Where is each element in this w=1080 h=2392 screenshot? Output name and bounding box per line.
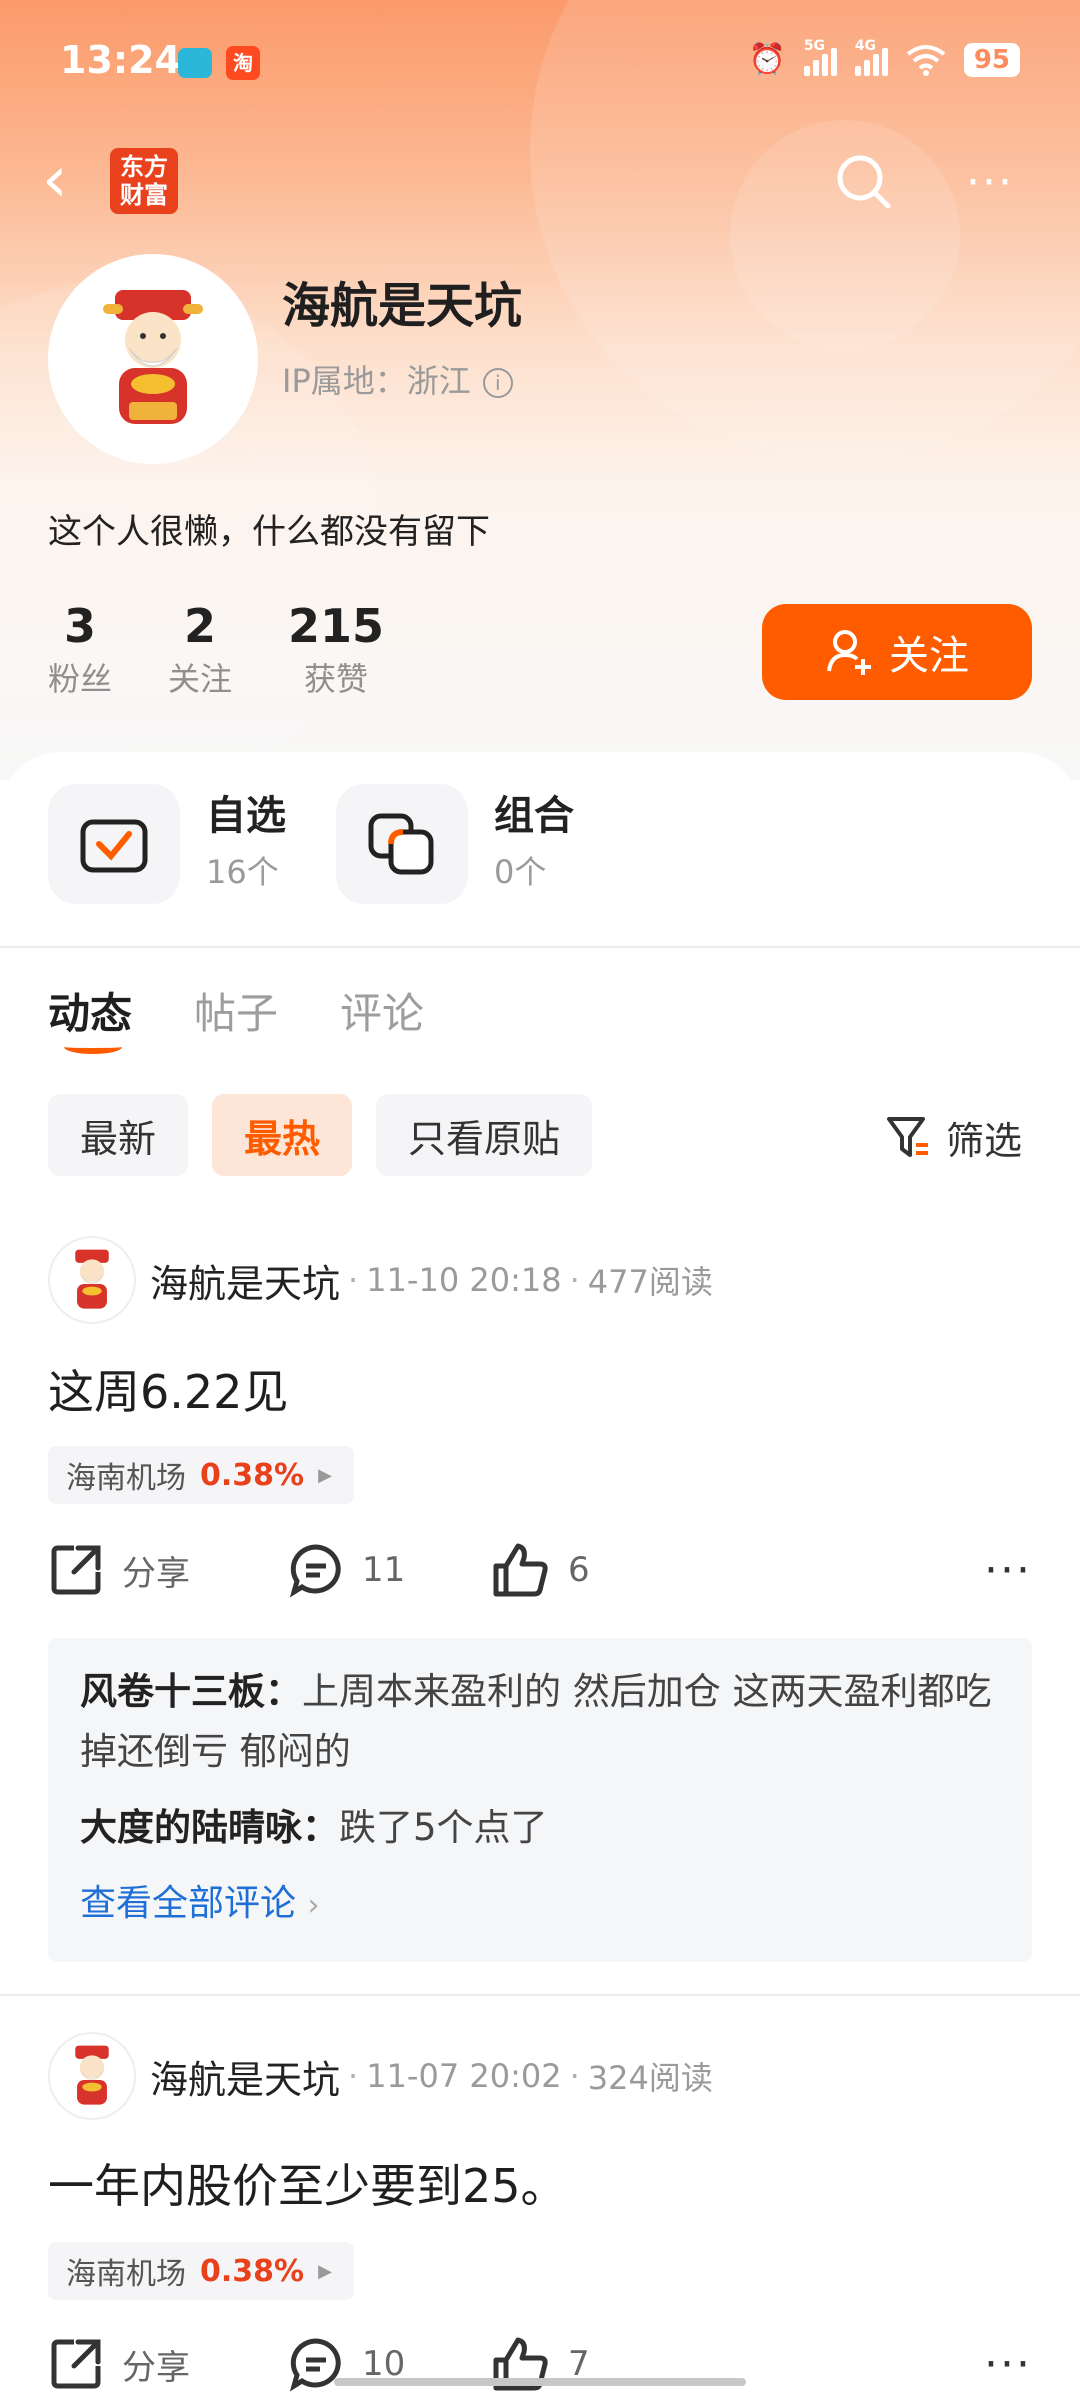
share-icon xyxy=(51,1545,101,1595)
tab-comments[interactable]: 评论 xyxy=(340,980,424,1041)
comment-item: 风卷十三板：上周本来盈利的 然后加仓 这两天盈利都吃掉还倒亏 郁闷的 xyxy=(80,1670,992,1773)
status-time: 13:24 xyxy=(60,38,181,82)
info-icon[interactable]: i xyxy=(482,368,513,398)
comment-item: 大度的陆晴咏：跌了5个点了 xyxy=(80,1806,548,1849)
thumbs-up-icon xyxy=(493,1543,548,1597)
profile-stats: 3 粉丝 2 关注 215 获赞 xyxy=(48,596,440,702)
play-arrow-icon: ▶ xyxy=(318,1464,332,1486)
signal-5g-icon: 5G xyxy=(803,38,837,76)
section-divider xyxy=(0,946,1080,948)
filter-hottest[interactable]: 最热 xyxy=(212,1094,353,1176)
taobao-notification-icon: 淘 xyxy=(226,46,260,80)
post-read-count: 324阅读 xyxy=(587,2059,713,2097)
stat-fans[interactable]: 3 粉丝 xyxy=(48,596,112,702)
post-more-icon[interactable]: ··· xyxy=(984,2339,1032,2390)
signal-4g-icon: 4G xyxy=(854,38,888,76)
ip-location: IP属地：浙江 i xyxy=(282,356,513,402)
filter-button[interactable]: 筛选 xyxy=(886,1110,1022,1165)
view-all-comments-link[interactable]: 查看全部评论 › xyxy=(80,1874,1002,1936)
more-options-icon[interactable]: ··· xyxy=(966,161,1014,205)
sort-filters: 最新 最热 只看原贴 xyxy=(48,1094,593,1176)
share-icon xyxy=(51,2339,101,2389)
battery-indicator: 95 xyxy=(963,42,1020,77)
filter-original-only[interactable]: 只看原贴 xyxy=(376,1094,593,1176)
stat-likes: 215 获赞 xyxy=(288,599,385,698)
funnel-icon xyxy=(887,1116,928,1157)
share-button[interactable]: 分享 xyxy=(48,2336,288,2392)
post-header: 海航是天坑 · 11-07 20:02 · 324阅读 xyxy=(48,2032,713,2120)
play-arrow-icon: ▶ xyxy=(318,2260,332,2282)
post-author-name[interactable]: 海航是天坑 xyxy=(150,1253,340,1308)
comment-preview[interactable]: 风卷十三板：上周本来盈利的 然后加仓 这两天盈利都吃掉还倒亏 郁闷的 大度的陆晴… xyxy=(48,1638,1032,1962)
god-of-wealth-avatar-icon xyxy=(103,290,203,424)
post-content[interactable]: 一年内股价至少要到25。 xyxy=(48,2150,567,2216)
checkbox-icon xyxy=(80,819,148,873)
app-logo[interactable]: 东方 财富 xyxy=(110,148,178,214)
chevron-right-icon: › xyxy=(307,1888,320,1923)
follow-button[interactable]: 关注 xyxy=(762,604,1032,700)
home-indicator[interactable] xyxy=(334,2378,746,2386)
portfolio-icon xyxy=(368,813,434,875)
avatar[interactable] xyxy=(48,254,258,464)
app-notification-icon xyxy=(178,48,212,78)
search-icon[interactable] xyxy=(832,150,896,214)
active-tab-indicator xyxy=(64,1040,122,1054)
post-actions: 分享 11 6 ··· xyxy=(48,1542,1032,1598)
user-name: 海航是天坑 xyxy=(282,278,523,334)
post-author-avatar[interactable] xyxy=(48,1236,136,1324)
post-author-name[interactable]: 海航是天坑 xyxy=(150,2049,340,2104)
status-bar: 13:24 淘 ⏰ 5G 4G 95 xyxy=(0,0,1080,130)
post-time: 11-10 20:18 xyxy=(366,1261,562,1299)
stock-tag[interactable]: 海南机场 0.38% ▶ xyxy=(48,1446,354,1504)
stat-following[interactable]: 2 关注 xyxy=(168,596,232,702)
post-divider xyxy=(0,1994,1080,1996)
post-read-count: 477阅读 xyxy=(587,1263,713,1301)
portfolio-card[interactable]: 组合 0个 xyxy=(336,784,574,904)
post-header: 海航是天坑 · 11-10 20:18 · 477阅读 xyxy=(48,1236,713,1324)
tab-bar: 动态 帖子 评论 xyxy=(48,980,424,1041)
comment-icon xyxy=(289,1544,341,1598)
post-author-avatar[interactable] xyxy=(48,2032,136,2120)
add-user-icon xyxy=(827,630,871,675)
comment-button[interactable]: 11 xyxy=(288,1542,492,1598)
wifi-icon xyxy=(906,44,946,76)
stock-tag[interactable]: 海南机场 0.38% ▶ xyxy=(48,2242,354,2300)
tab-activity[interactable]: 动态 xyxy=(48,980,132,1041)
alarm-icon: ⏰ xyxy=(748,42,786,77)
god-of-wealth-avatar-icon xyxy=(75,1249,109,1309)
tab-posts[interactable]: 帖子 xyxy=(194,980,278,1041)
post-time: 11-07 20:02 xyxy=(366,2057,562,2095)
post-content[interactable]: 这周6.22见 xyxy=(48,1356,288,1422)
post-more-icon[interactable]: ··· xyxy=(984,1545,1032,1596)
share-button[interactable]: 分享 xyxy=(48,1542,288,1598)
watchlist-card[interactable]: 自选 16个 xyxy=(48,784,286,904)
god-of-wealth-avatar-icon xyxy=(75,2045,109,2105)
back-button[interactable]: ‹ xyxy=(42,148,68,212)
user-bio: 这个人很懒，什么都没有留下 xyxy=(48,512,490,552)
filter-latest[interactable]: 最新 xyxy=(48,1094,189,1176)
like-button[interactable]: 6 xyxy=(492,1542,590,1598)
